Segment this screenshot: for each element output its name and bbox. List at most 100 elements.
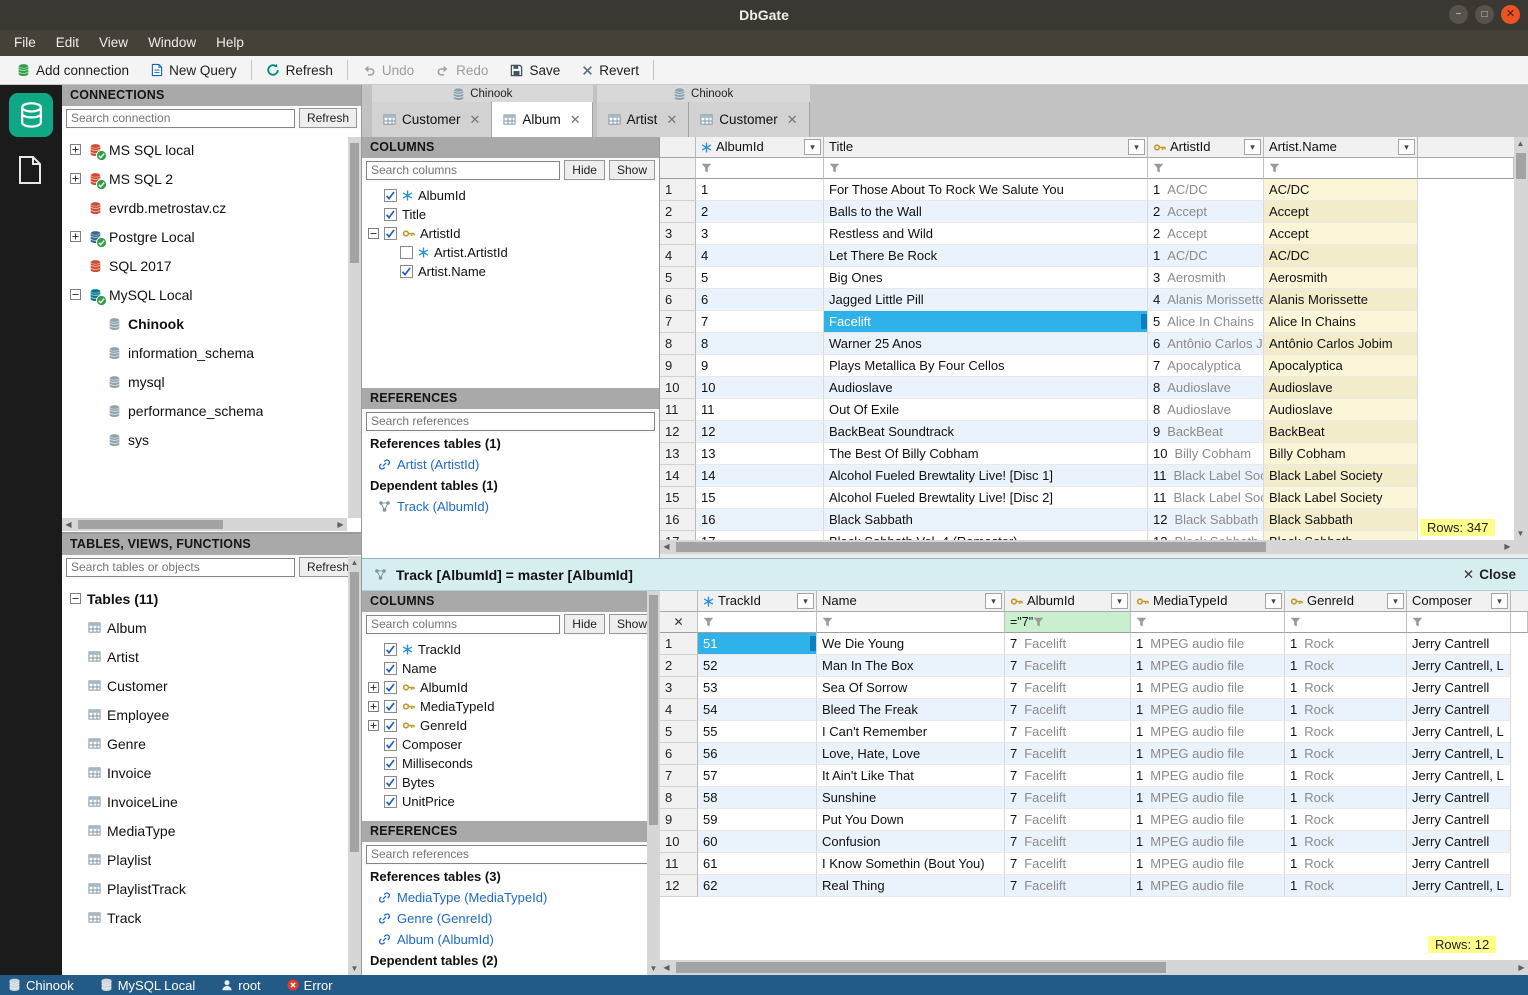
column-toggle-bytes[interactable]: Bytes — [362, 773, 659, 792]
tab-customer[interactable]: Customer ✕ — [689, 102, 810, 137]
scroll-down-icon[interactable]: ▼ — [647, 962, 660, 975]
grid-cell[interactable]: Audioslave — [1264, 399, 1418, 421]
grid-cell[interactable]: 53 — [698, 677, 817, 699]
grid-cell[interactable]: BackBeat — [1264, 421, 1418, 443]
table-item-playlist[interactable]: Playlist — [62, 845, 361, 874]
grid-cell[interactable]: AC/DC — [1264, 245, 1418, 267]
row-number[interactable]: 1 — [660, 633, 698, 655]
grid-cell[interactable]: Jerry Cantrell, L — [1407, 721, 1511, 743]
hide-column-button[interactable]: Hide — [564, 614, 605, 634]
scroll-right-icon[interactable]: ▶ — [1515, 961, 1528, 974]
grid-cell[interactable]: 1 — [696, 179, 824, 201]
reference-link-album-albumid[interactable]: Album (AlbumId) — [362, 929, 659, 950]
column-toggle-genreid[interactable]: GenreId — [362, 716, 659, 735]
filter-input-genreid[interactable] — [1285, 612, 1407, 633]
scrollbar-thumb[interactable] — [649, 595, 658, 825]
grid-cell[interactable]: 1 MPEG audio file — [1131, 853, 1285, 875]
album-grid-hscrollbar[interactable]: ◀ ▶ — [660, 540, 1514, 554]
grid-cell[interactable]: 56 — [698, 743, 817, 765]
row-number[interactable]: 3 — [660, 223, 696, 245]
column-header-albumid[interactable]: AlbumId ▾ — [696, 137, 824, 158]
grid-cell[interactable]: 7 Facelift — [1005, 655, 1131, 677]
checkbox-checked-icon[interactable] — [384, 757, 397, 770]
grid-cell[interactable]: 15 — [696, 487, 824, 509]
table-item-customer[interactable]: Customer — [62, 671, 361, 700]
tree-expander-icon[interactable] — [70, 231, 81, 242]
grid-cell[interactable]: 7 Facelift — [1005, 875, 1131, 897]
column-toggle-artistid[interactable]: ArtistId — [362, 224, 659, 243]
grid-cell[interactable]: 7 Apocalyptica — [1148, 355, 1264, 377]
connection-item-sql-2017[interactable]: SQL 2017 — [62, 251, 361, 280]
grid-cell[interactable]: Jerry Cantrell, L — [1407, 875, 1511, 897]
tables-vscrollbar[interactable]: ▲ ▼ — [348, 556, 361, 975]
grid-cell[interactable]: Jerry Cantrell — [1407, 787, 1511, 809]
filter-input-trackid[interactable] — [698, 612, 817, 633]
connection-item-mysql-local[interactable]: MySQL Local — [62, 280, 361, 309]
column-toggle-title[interactable]: Title — [362, 205, 659, 224]
grid-cell[interactable]: 1 Rock — [1285, 809, 1407, 831]
grid-cell[interactable]: Jerry Cantrell — [1407, 677, 1511, 699]
filter-input-albumid[interactable] — [696, 158, 824, 179]
table-item-playlisttrack[interactable]: PlaylistTrack — [62, 874, 361, 903]
connection-item-postgre-local[interactable]: Postgre Local — [62, 222, 361, 251]
column-header-mediatypeid[interactable]: MediaTypeId ▾ — [1131, 591, 1285, 612]
grid-cell[interactable]: 1 Rock — [1285, 721, 1407, 743]
scroll-up-icon[interactable]: ▲ — [348, 556, 361, 569]
table-item-mediatype[interactable]: MediaType — [62, 816, 361, 845]
filter-input-composer[interactable] — [1407, 612, 1511, 633]
grid-cell[interactable]: 7 Facelift — [1005, 721, 1131, 743]
menu-item-file[interactable]: File — [4, 30, 46, 56]
grid-cell[interactable]: 1 Rock — [1285, 743, 1407, 765]
connections-refresh-button[interactable]: Refresh — [298, 108, 357, 128]
columns-search-input[interactable] — [366, 160, 561, 180]
grid-cell[interactable]: Man In The Box — [817, 655, 1005, 677]
column-dropdown-icon[interactable]: ▾ — [1387, 593, 1404, 609]
grid-cell[interactable]: Jerry Cantrell, L — [1407, 765, 1511, 787]
checkbox-checked-icon[interactable] — [384, 662, 397, 675]
filter-input-artist-name[interactable] — [1264, 158, 1418, 179]
grid-cell[interactable]: 1 MPEG audio file — [1131, 721, 1285, 743]
references-search-input[interactable] — [366, 844, 655, 864]
column-header-trackid[interactable]: TrackId ▾ — [698, 591, 817, 612]
row-number[interactable]: 7 — [660, 311, 696, 333]
row-number[interactable]: 9 — [660, 809, 698, 831]
close-button[interactable]: ✕ — [1501, 5, 1520, 24]
grid-cell[interactable]: 1 MPEG audio file — [1131, 655, 1285, 677]
scroll-left-icon[interactable]: ◀ — [660, 961, 673, 974]
grid-cell[interactable]: Audioslave — [824, 377, 1148, 399]
table-item-artist[interactable]: Artist — [62, 642, 361, 671]
grid-cell[interactable]: Black Sabbath — [824, 509, 1148, 531]
row-number[interactable]: 17 — [660, 531, 696, 540]
album-grid-vscrollbar[interactable]: ▲ ▼ — [1514, 137, 1528, 540]
grid-cell[interactable]: Plays Metallica By Four Cellos — [824, 355, 1148, 377]
column-header-name[interactable]: Name ▾ — [817, 591, 1005, 612]
row-number[interactable]: 9 — [660, 355, 696, 377]
grid-cell[interactable]: Jagged Little Pill — [824, 289, 1148, 311]
grid-cell[interactable]: 12 Black Sabbath — [1148, 509, 1264, 531]
grid-cell[interactable]: 9 BackBeat — [1148, 421, 1264, 443]
tree-expander-icon[interactable] — [368, 720, 379, 731]
filter-input-albumid[interactable]: ="7" — [1005, 612, 1131, 633]
row-number[interactable]: 5 — [660, 721, 698, 743]
grid-cell[interactable]: 1 Rock — [1285, 831, 1407, 853]
grid-cell[interactable]: Alcohol Fueled Brewtality Live! [Disc 2] — [824, 487, 1148, 509]
checkbox-checked-icon[interactable] — [384, 719, 397, 732]
row-number[interactable]: 3 — [660, 677, 698, 699]
tree-expander-icon[interactable] — [70, 593, 81, 604]
grid-cell[interactable]: 6 Antônio Carlos J — [1148, 333, 1264, 355]
grid-cell[interactable]: 7 Facelift — [1005, 633, 1131, 655]
toolbar-revert[interactable]: Revert — [571, 56, 650, 84]
grid-cell[interactable]: Big Ones — [824, 267, 1148, 289]
column-dropdown-icon[interactable]: ▾ — [1398, 139, 1415, 155]
toolbar-undo[interactable]: Undo — [351, 56, 425, 84]
menu-item-view[interactable]: View — [89, 30, 138, 56]
tree-expander-icon[interactable] — [368, 228, 379, 239]
checkbox-checked-icon[interactable] — [384, 776, 397, 789]
column-toggle-composer[interactable]: Composer — [362, 735, 659, 754]
table-item-track[interactable]: Track — [62, 903, 361, 932]
column-dropdown-icon[interactable]: ▾ — [1265, 593, 1282, 609]
database-item-sys[interactable]: sys — [62, 425, 361, 454]
grid-cell[interactable]: 11 Black Label Soc — [1148, 465, 1264, 487]
grid-cell[interactable]: Real Thing — [817, 875, 1005, 897]
grid-cell[interactable]: Out Of Exile — [824, 399, 1148, 421]
